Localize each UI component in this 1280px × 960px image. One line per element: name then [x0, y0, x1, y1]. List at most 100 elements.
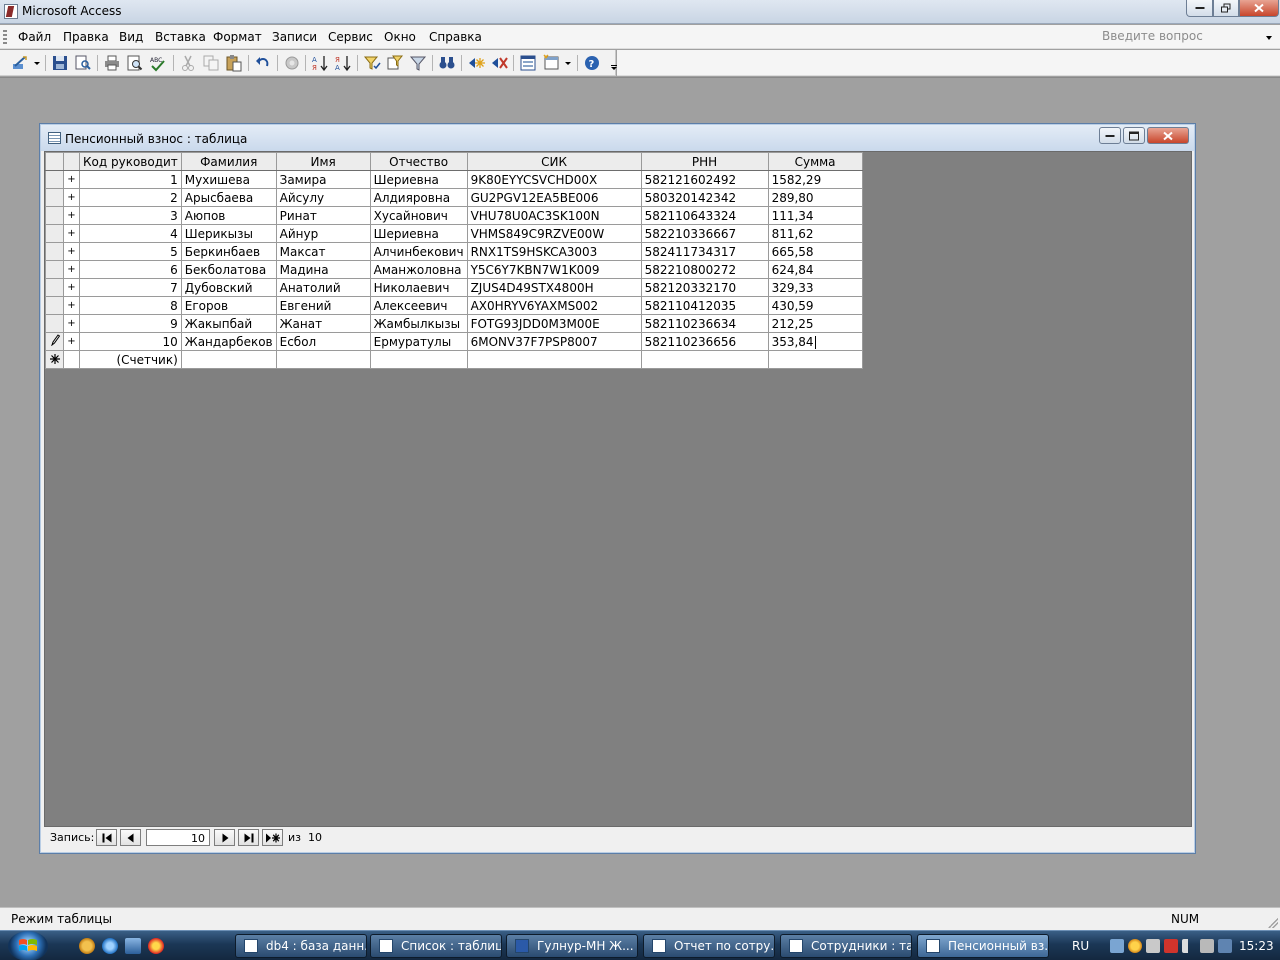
network-tray-icon[interactable]	[1110, 939, 1124, 953]
cell-name[interactable]: Айнур	[275, 224, 371, 243]
cut-button[interactable]	[179, 54, 197, 72]
cell-rnn[interactable]: 582110236634	[640, 314, 769, 333]
cell-code[interactable]: 1	[79, 170, 182, 189]
column-header-name[interactable]: Имя	[275, 152, 371, 171]
cell-code[interactable]: 9	[79, 314, 182, 333]
cell-rnn[interactable]: 582110236656	[640, 332, 769, 351]
cell-code[interactable]: 4	[79, 224, 182, 243]
cell-name[interactable]: Есбол	[275, 332, 371, 351]
last-record-button[interactable]	[238, 829, 259, 846]
database-window-button[interactable]	[519, 54, 537, 72]
cell-rnn[interactable]: 582110643324	[640, 206, 769, 225]
cell-rnn[interactable]: 582120332170	[640, 278, 769, 297]
taskbar-item-report[interactable]: Отчет по сотру...	[643, 934, 775, 958]
cell-amount[interactable]: 811,62	[767, 224, 863, 243]
new-object-button[interactable]	[542, 54, 560, 72]
column-header-patronymic[interactable]: Отчество	[369, 152, 468, 171]
menu-view[interactable]: Вид	[117, 29, 145, 45]
help-button[interactable]: ?	[583, 54, 601, 72]
cell-sik[interactable]: VHU78U0AC3SK100N	[466, 206, 642, 225]
delete-record-button[interactable]	[490, 54, 508, 72]
ask-dropdown-icon[interactable]	[1266, 36, 1272, 40]
new-record-counter[interactable]: (Счетчик)	[79, 350, 182, 369]
menu-tools[interactable]: Сервис	[326, 29, 375, 45]
save-button[interactable]	[51, 54, 69, 72]
column-header-sik[interactable]: СИК	[466, 152, 642, 171]
new-cell-amount[interactable]	[767, 350, 863, 369]
cell-code[interactable]: 7	[79, 278, 182, 297]
print-preview-button[interactable]	[126, 54, 144, 72]
table-icon[interactable]	[48, 132, 61, 144]
cell-name[interactable]: Анатолий	[275, 278, 371, 297]
media-player-icon[interactable]	[148, 938, 164, 954]
cell-sik[interactable]: VHMS849C9RZVE00W	[466, 224, 642, 243]
cell-rnn[interactable]: 582210336667	[640, 224, 769, 243]
cell-rnn[interactable]: 582121602492	[640, 170, 769, 189]
new-cell-rnn[interactable]	[640, 350, 769, 369]
cell-code[interactable]: 3	[79, 206, 182, 225]
cell-surname[interactable]: Жандарбеков	[180, 332, 277, 351]
record-selector[interactable]	[45, 170, 64, 189]
cell-name[interactable]: Ринат	[275, 206, 371, 225]
new-cell-name[interactable]	[275, 350, 371, 369]
cell-sik[interactable]: ZJUS4D49STX4800H	[466, 278, 642, 297]
cell-surname[interactable]: Шерикызы	[180, 224, 277, 243]
cell-surname[interactable]: Беркинбаев	[180, 242, 277, 261]
cell-sik[interactable]: FOTG93JDD0M3M00E	[466, 314, 642, 333]
cell-code[interactable]: 6	[79, 260, 182, 279]
cell-patronymic[interactable]: Алдияровна	[369, 188, 468, 207]
show-desktop-icon[interactable]	[125, 938, 141, 954]
find-button[interactable]	[438, 54, 456, 72]
cell-patronymic[interactable]: Жамбылкызы	[369, 314, 468, 333]
expand-subdatasheet-icon[interactable]: +	[63, 170, 80, 189]
cell-amount[interactable]: 289,80	[767, 188, 863, 207]
cell-sik[interactable]: GU2PGV12EA5BE006	[466, 188, 642, 207]
expand-subdatasheet-icon[interactable]: +	[63, 296, 80, 315]
expand-subdatasheet-icon[interactable]: +	[63, 314, 80, 333]
current-record-input[interactable]: 10	[146, 829, 210, 846]
cell-amount[interactable]: 111,34	[767, 206, 863, 225]
cell-amount[interactable]: 1582,29	[767, 170, 863, 189]
security-tray-icon[interactable]	[1146, 939, 1160, 953]
record-selector[interactable]	[45, 224, 64, 243]
toolbar-options-button[interactable]	[605, 54, 617, 72]
cell-code[interactable]: 10	[79, 332, 182, 351]
record-selector[interactable]	[45, 188, 64, 207]
cell-sik[interactable]: RNX1TS9HSKCA3003	[466, 242, 642, 261]
cell-amount[interactable]: 665,58	[767, 242, 863, 261]
cell-amount[interactable]: 329,33	[767, 278, 863, 297]
column-header-code[interactable]: Код руководит	[79, 152, 182, 171]
restore-button[interactable]	[1213, 0, 1239, 17]
cell-sik[interactable]: Y5C6Y7KBN7W1K009	[466, 260, 642, 279]
spelling-button[interactable]: ABC	[149, 54, 167, 72]
filter-by-selection-button[interactable]	[363, 54, 381, 72]
cell-patronymic[interactable]: Алчинбекович	[369, 242, 468, 261]
record-selector[interactable]	[45, 314, 64, 333]
cell-patronymic[interactable]: Шериевна	[369, 224, 468, 243]
cell-amount-editing[interactable]: 353,84	[767, 332, 863, 351]
resize-grip[interactable]	[1268, 918, 1278, 928]
cell-surname[interactable]: Аюпов	[180, 206, 277, 225]
new-object-dropdown-icon[interactable]	[565, 62, 571, 65]
taskbar-item-list-table[interactable]: Список : таблица	[370, 934, 502, 958]
menu-records[interactable]: Записи	[270, 29, 319, 45]
cell-surname[interactable]: Егоров	[180, 296, 277, 315]
office-links-button[interactable]	[283, 54, 301, 72]
undo-button[interactable]	[254, 54, 272, 72]
cell-name[interactable]: Айсулу	[275, 188, 371, 207]
copy-button[interactable]	[202, 54, 220, 72]
start-button[interactable]	[8, 931, 48, 960]
expand-subdatasheet-icon[interactable]: +	[63, 278, 80, 297]
taskbar-item-employees[interactable]: Сотрудники : та...	[780, 934, 912, 958]
record-selector[interactable]	[45, 206, 64, 225]
column-header-amount[interactable]: Сумма	[767, 152, 863, 171]
record-selector[interactable]	[45, 296, 64, 315]
table-window-title-bar[interactable]: Пенсионный взнос : таблица	[41, 125, 1194, 151]
menu-grip[interactable]	[3, 30, 7, 44]
cell-code[interactable]: 8	[79, 296, 182, 315]
cell-patronymic[interactable]: Аманжоловна	[369, 260, 468, 279]
new-cell-patronymic[interactable]	[369, 350, 468, 369]
expand-subdatasheet-icon[interactable]: +	[63, 260, 80, 279]
apply-filter-button[interactable]	[409, 54, 427, 72]
paste-button[interactable]	[225, 54, 243, 72]
